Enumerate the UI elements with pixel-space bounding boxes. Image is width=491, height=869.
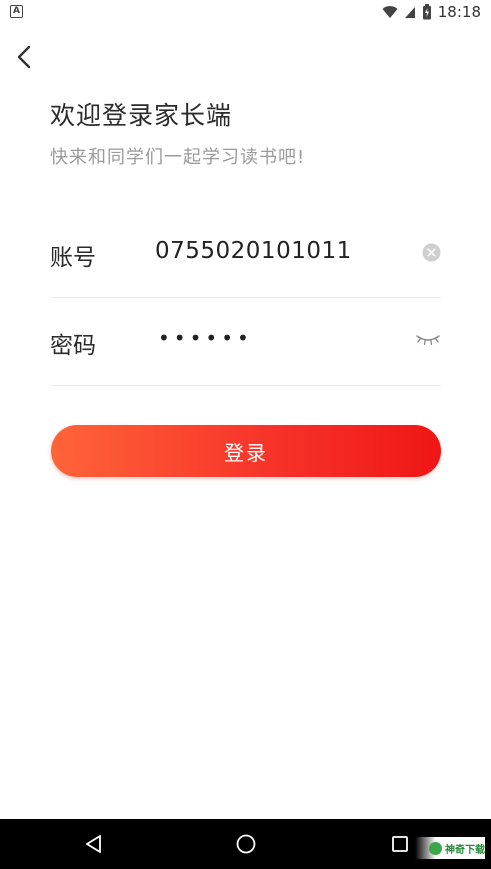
status-right-icons: 18:18 — [382, 2, 481, 22]
password-label: 密码 — [50, 333, 96, 359]
back-button[interactable] — [12, 42, 40, 72]
page-title: 欢迎登录家长端 — [50, 101, 233, 130]
nav-back-button[interactable] — [82, 832, 106, 856]
nav-home-button[interactable] — [234, 832, 258, 856]
square-recents-icon — [392, 836, 408, 852]
circle-home-icon — [236, 834, 256, 854]
clear-icon — [422, 243, 441, 262]
wifi-icon — [382, 5, 398, 18]
system-nav-bar: 神奇下载 — [0, 819, 491, 869]
password-input[interactable]: •••••• — [158, 326, 253, 350]
account-input[interactable]: 0755020101011 — [155, 238, 352, 264]
watermark: 神奇下载 — [415, 837, 485, 859]
login-button[interactable]: 登录 — [51, 425, 441, 477]
account-row: 账号 0755020101011 — [50, 210, 441, 298]
nav-recents-button[interactable] — [388, 832, 412, 856]
notification-a-icon: A — [10, 5, 23, 18]
clear-account-button[interactable] — [422, 243, 441, 262]
page-subtitle: 快来和同学们一起学习读书吧! — [50, 147, 306, 168]
login-button-label: 登录 — [224, 440, 268, 465]
account-label: 账号 — [50, 245, 96, 271]
toggle-password-visibility-button[interactable] — [415, 332, 441, 346]
password-row: 密码 •••••• — [50, 298, 441, 386]
status-bar: A 18:18 — [0, 0, 491, 24]
watermark-text: 神奇下载 — [445, 844, 485, 856]
status-time: 18:18 — [437, 3, 481, 21]
battery-icon — [422, 4, 431, 20]
chevron-left-icon — [17, 45, 31, 69]
cell-signal-icon — [404, 6, 415, 18]
triangle-back-icon — [86, 835, 101, 853]
watermark-logo-icon — [429, 841, 442, 855]
eye-closed-icon — [416, 335, 440, 346]
